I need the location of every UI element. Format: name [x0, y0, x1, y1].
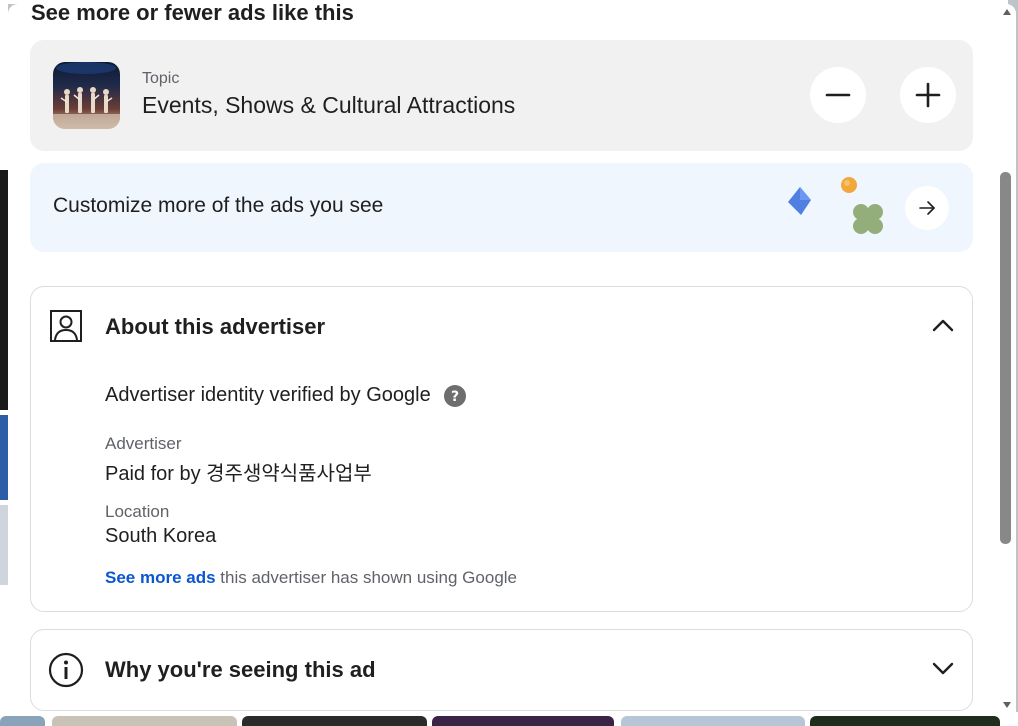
about-advertiser-card: About this advertiser Advertiser identit… [30, 286, 973, 612]
scrollbar-thumb[interactable] [1000, 172, 1011, 544]
help-icon[interactable]: ? [444, 385, 466, 407]
see-fewer-button[interactable] [810, 67, 866, 123]
dialog-scroll-content: See more or fewer ads like this Topic Ev… [8, 4, 998, 716]
topic-name: Events, Shows & Cultural Attractions [142, 92, 516, 118]
svg-text:?: ? [451, 389, 459, 405]
scroll-down-arrow-icon[interactable] [1002, 701, 1012, 709]
advertiser-value: Paid for by 경주생약식품사업부 [105, 463, 372, 485]
see-more-ads-line: See more ads this advertiser has shown u… [105, 568, 517, 588]
section-title: See more or fewer ads like this [31, 4, 354, 25]
plus-icon [915, 82, 941, 108]
about-advertiser-header[interactable]: About this advertiser [31, 287, 972, 365]
customize-ads-arrow-button[interactable] [905, 186, 949, 230]
dialog-scrollbar[interactable] [998, 4, 1016, 716]
location-value: South Korea [105, 525, 217, 547]
see-more-ads-link[interactable]: See more ads [105, 568, 216, 587]
why-seeing-ad-card[interactable]: Why you're seeing this ad [30, 629, 973, 711]
decorative-shapes-icon [788, 177, 883, 234]
why-seeing-ad-title: Why you're seeing this ad [105, 657, 376, 682]
topic-thumbnail [53, 62, 120, 129]
arrow-right-icon [919, 201, 935, 215]
location-label: Location [105, 502, 170, 521]
customize-ads-text: Customize more of the ads you see [53, 194, 384, 217]
verified-text: Advertiser identity verified by Google [105, 384, 431, 406]
topic-card: Topic Events, Shows & Cultural Attractio… [30, 40, 973, 151]
see-more-ads-description: this advertiser has shown using Google [215, 568, 518, 587]
info-icon [48, 652, 84, 688]
chevron-up-icon[interactable] [931, 315, 955, 335]
see-more-button[interactable] [900, 67, 956, 123]
advertiser-label: Advertiser [105, 434, 182, 453]
screen: See more or fewer ads like this Topic Ev… [0, 0, 1018, 726]
background-page-left-edge [0, 0, 8, 726]
scroll-up-arrow-icon[interactable] [1002, 8, 1012, 16]
topic-label: Topic [142, 70, 180, 87]
chevron-down-icon[interactable] [931, 658, 955, 678]
about-advertiser-title: About this advertiser [105, 314, 326, 339]
ad-settings-dialog: See more or fewer ads like this Topic Ev… [8, 4, 1016, 716]
customize-ads-card[interactable]: Customize more of the ads you see [30, 163, 973, 252]
minus-icon [825, 93, 851, 97]
person-icon [50, 310, 82, 342]
